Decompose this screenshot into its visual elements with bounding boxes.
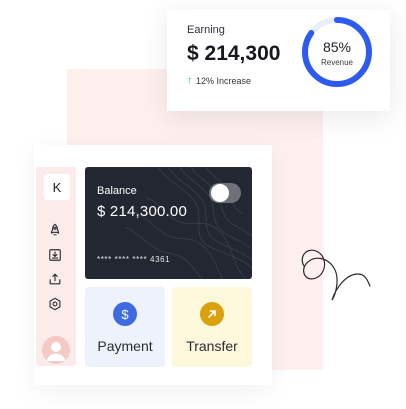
arrow-up-right-icon (200, 302, 224, 326)
trend-text: 12% Increase (196, 75, 252, 86)
dollar-icon: $ (113, 302, 137, 326)
rocket-icon[interactable] (48, 223, 62, 237)
upload-icon[interactable] (48, 272, 62, 286)
download-icon[interactable] (48, 248, 62, 262)
earning-title: Earning (187, 24, 225, 36)
card-number: **** **** **** 4361 (97, 255, 171, 264)
decorative-squiggle (301, 249, 371, 301)
revenue-percent: 85% (322, 39, 352, 55)
payment-label: Payment (97, 338, 153, 354)
earning-trend: ↑ 12% Increase (187, 75, 251, 86)
payment-button[interactable]: $ Payment (85, 287, 165, 367)
earning-amount: $ 214,300 (187, 42, 281, 65)
app-logo[interactable]: K (44, 174, 70, 200)
transfer-label: Transfer (186, 338, 238, 354)
user-avatar[interactable] (42, 336, 70, 364)
balance-visibility-toggle[interactable] (209, 183, 241, 203)
arrow-up-icon: ↑ (187, 75, 192, 86)
balance-amount: $ 214,300.00 (97, 203, 187, 220)
toggle-knob (211, 184, 229, 202)
balance-label: Balance (97, 185, 137, 197)
settings-icon[interactable] (48, 297, 62, 311)
balance-card[interactable]: Balance $ 214,300.00 **** **** **** 4361 (85, 167, 252, 279)
earning-card: Earning $ 214,300 ↑ 12% Increase 85% Rev… (167, 10, 390, 111)
revenue-label: Revenue (320, 58, 354, 67)
transfer-button[interactable]: Transfer (172, 287, 252, 367)
